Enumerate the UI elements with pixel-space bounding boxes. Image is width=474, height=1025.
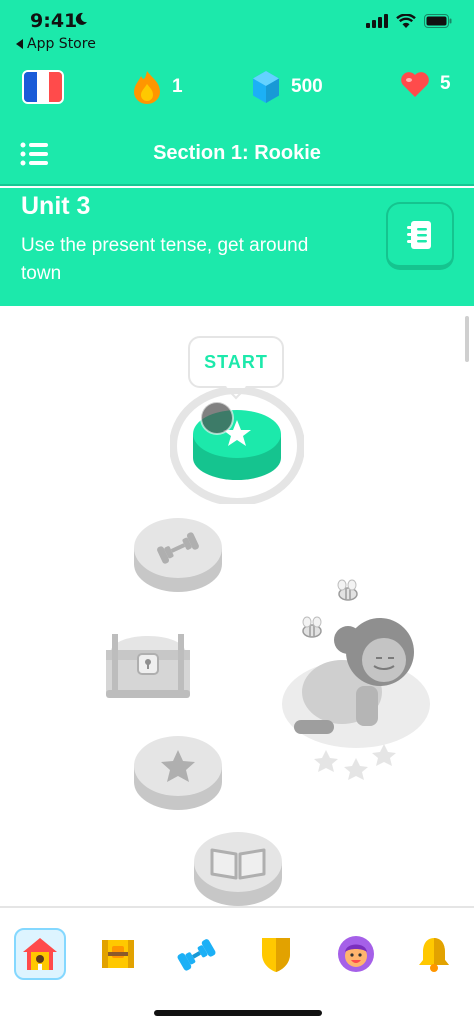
battery-icon <box>424 14 452 28</box>
current-lesson-node[interactable] <box>170 388 304 504</box>
bee-icon <box>337 579 358 601</box>
cellular-signal-icon <box>366 14 388 28</box>
hearts-count: 5 <box>440 73 451 94</box>
heart-icon <box>401 72 429 97</box>
french-flag-icon[interactable] <box>22 70 64 104</box>
nav-leagues[interactable] <box>92 928 144 980</box>
back-to-app-store-link[interactable]: App Store <box>16 36 96 52</box>
unit-title: Unit 3 <box>21 192 91 220</box>
unit-description: Use the present tense, get around town <box>21 235 309 284</box>
bottom-navigation <box>0 906 474 1025</box>
touch-indicator <box>200 401 234 435</box>
practice-node-locked[interactable] <box>132 512 224 596</box>
streak-count: 1 <box>172 76 183 97</box>
nav-home[interactable] <box>14 928 66 980</box>
start-tooltip[interactable]: START <box>188 336 284 400</box>
bee-icon <box>302 616 322 638</box>
back-arrow-icon <box>16 39 23 49</box>
section-header: Section 1: Rookie <box>0 120 474 186</box>
learning-path[interactable]: START <box>0 306 474 906</box>
star-icon <box>372 744 396 766</box>
scrollbar[interactable] <box>465 316 469 362</box>
unit-banner: Unit 3 Use the present tense, get around… <box>0 188 474 306</box>
system-icons <box>366 14 452 28</box>
lesson-node-locked[interactable] <box>132 730 224 814</box>
gems-count: 500 <box>291 76 323 97</box>
streak-counter[interactable]: 1 <box>132 70 183 104</box>
gem-icon <box>253 71 279 103</box>
start-label: START <box>204 351 268 372</box>
nav-notifications[interactable] <box>408 928 460 980</box>
home-icon <box>23 938 57 970</box>
guidebook-button[interactable] <box>386 202 454 270</box>
leagues-chest-icon <box>102 940 134 968</box>
home-indicator <box>154 1010 322 1016</box>
nav-practice[interactable] <box>170 928 222 980</box>
back-to-app-store-label: App Store <box>27 36 96 52</box>
nav-shield[interactable] <box>250 928 302 980</box>
notifications-bell-icon <box>419 938 449 972</box>
status-bar: 9:41 App Store <box>0 0 474 68</box>
profile-avatar-icon <box>338 936 374 972</box>
section-title[interactable]: Section 1: Rookie <box>0 142 474 165</box>
shield-icon <box>262 938 290 972</box>
story-node-locked[interactable] <box>192 826 284 906</box>
gems-counter[interactable]: 500 <box>251 70 323 104</box>
stats-row: 1 500 5 <box>0 68 474 120</box>
guidebook-icon <box>407 220 431 249</box>
flame-icon <box>134 71 160 104</box>
sleeping-character-illustration <box>282 579 430 780</box>
star-icon <box>344 758 368 780</box>
status-time: 9:41 <box>30 10 78 32</box>
moon-icon <box>75 12 87 25</box>
nav-profile[interactable] <box>330 928 382 980</box>
star-icon <box>314 750 338 772</box>
practice-hub-icon <box>177 939 216 971</box>
wifi-icon <box>396 14 416 28</box>
hearts-counter[interactable]: 5 <box>400 70 451 98</box>
treasure-chest-node[interactable] <box>102 624 194 702</box>
